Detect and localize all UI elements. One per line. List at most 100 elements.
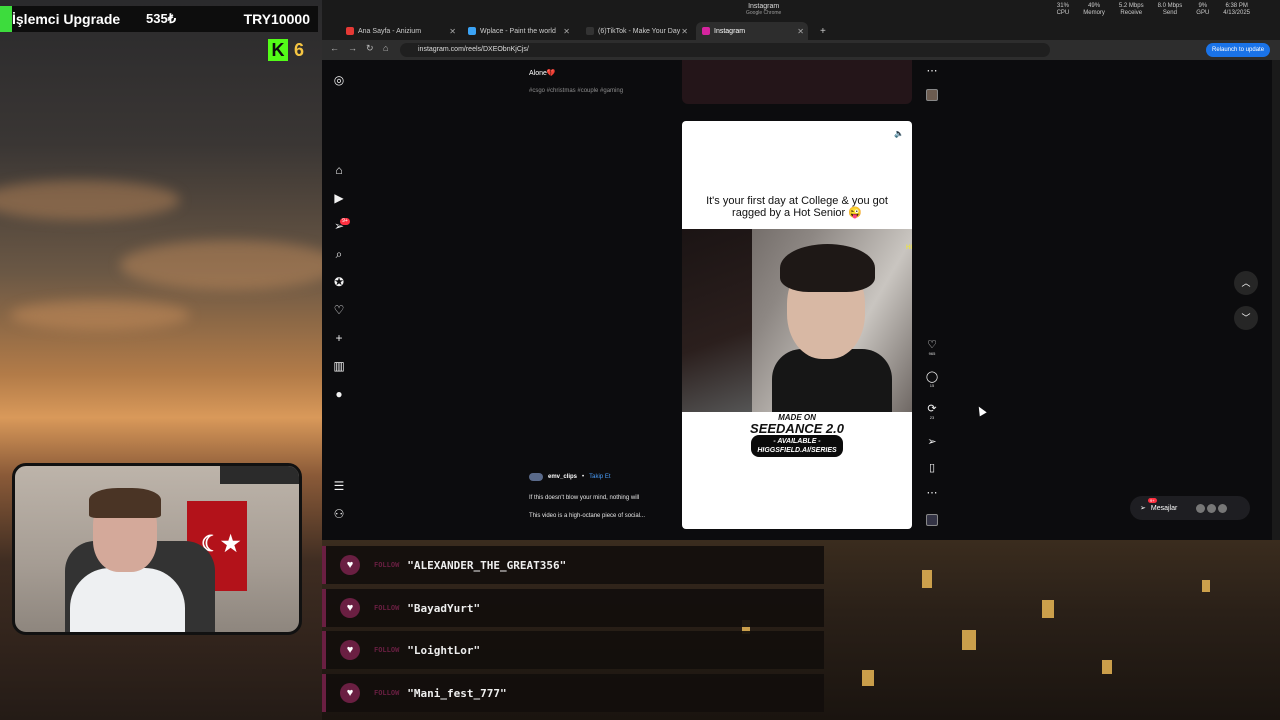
follower-name: "BayadYurt" bbox=[407, 601, 481, 615]
instagram-logo-icon[interactable]: ◎ bbox=[332, 73, 346, 87]
reels-icon[interactable]: ▶ bbox=[332, 191, 346, 205]
tab-label: Wplace - Paint the world bbox=[480, 27, 556, 35]
instagram-page: ◎ ⌂ ▶ ➢ 9+ ⌕ ✪ ♡ + ▥ ● ☰ ⚇ Alone💔 #csgo … bbox=[322, 60, 1272, 540]
repost-count: 23 bbox=[929, 415, 935, 420]
more-options-icon[interactable]: ⋯ bbox=[925, 65, 939, 77]
follower-name: "LoightLor" bbox=[407, 643, 481, 657]
wplace-favicon-icon bbox=[468, 27, 476, 35]
follower-name: "Mani_fest_777" bbox=[407, 686, 507, 700]
follow-button[interactable]: Takip Et bbox=[589, 474, 610, 480]
repost-button[interactable]: ⟳ 23 bbox=[925, 403, 939, 421]
heart-icon: ♥ bbox=[340, 640, 360, 660]
tab-label: (6)TikTok - Make Your Day bbox=[598, 27, 681, 35]
tab-instagram[interactable]: Instagram ✕ bbox=[696, 22, 808, 40]
window-title-app: Instagram bbox=[748, 3, 780, 10]
comment-count: 15 bbox=[929, 383, 935, 388]
new-tab-button[interactable]: + bbox=[814, 22, 830, 40]
reel-watermark: HI bbox=[906, 245, 912, 251]
goal-title: İşlemci Upgrade bbox=[12, 11, 121, 27]
follow-alert: ♥ FOLLOW "LoightLor" bbox=[322, 631, 824, 669]
previous-reel[interactable] bbox=[682, 60, 912, 104]
profile-avatar[interactable]: ● bbox=[332, 387, 346, 401]
brand-available: - AVAILABLE - bbox=[773, 438, 821, 445]
messages-pill[interactable]: ➢ 9+ Mesajlar bbox=[1130, 496, 1250, 520]
previous-reel-button[interactable]: ︿ bbox=[1234, 271, 1258, 295]
messages-label: Mesajlar bbox=[1150, 504, 1178, 512]
previous-post-tags: #csgo #christmas #couple #gaming bbox=[529, 88, 624, 94]
home-icon[interactable]: ⌂ bbox=[332, 163, 346, 177]
reel-caption-line2: ragged by a Hot Senior 😜 bbox=[732, 207, 862, 219]
relaunch-button[interactable]: Relaunch to update bbox=[1206, 43, 1271, 57]
brand-name: SEEDANCE 2.0 bbox=[750, 421, 844, 436]
create-icon[interactable]: + bbox=[332, 331, 346, 345]
tab-wplace[interactable]: Wplace - Paint the world ✕ bbox=[462, 22, 574, 40]
messages-icon: ➢ bbox=[1140, 505, 1146, 512]
audio-thumbnail[interactable] bbox=[926, 514, 938, 526]
home-icon[interactable]: ⌂ bbox=[383, 43, 388, 53]
tab-label: Instagram bbox=[714, 27, 746, 35]
stat-cpu: 31% CPU bbox=[1056, 3, 1070, 16]
reel-figure-left bbox=[682, 229, 752, 412]
kick-viewer-badge: K 6 bbox=[268, 39, 304, 61]
comment-button[interactable]: ◯ 15 bbox=[925, 371, 939, 389]
webcam-feed: ☾★ bbox=[12, 463, 302, 635]
clock: 6:38 PM 4/13/2025 bbox=[1223, 3, 1250, 16]
previous-post-caption: Alone💔 bbox=[529, 70, 556, 77]
anizium-favicon-icon bbox=[346, 27, 354, 35]
avatar bbox=[1207, 503, 1217, 513]
tab-label: Ana Sayfa - Anizium bbox=[358, 27, 422, 35]
author-avatar[interactable] bbox=[529, 473, 543, 481]
search-icon[interactable]: ⌕ bbox=[332, 247, 346, 261]
reel-caption-line1: It's your first day at College & you got bbox=[706, 195, 888, 207]
close-icon[interactable]: ✕ bbox=[449, 27, 456, 36]
author-name[interactable]: emv_clips bbox=[548, 474, 577, 480]
streamer-body bbox=[70, 568, 185, 632]
follow-alert: ♥ FOLLOW "Mani_fest_777" bbox=[322, 674, 824, 712]
back-icon[interactable]: ← bbox=[330, 43, 339, 53]
streamer-hair bbox=[89, 488, 161, 518]
browser-window: Instagram Google Chrome 31% CPU 49% Memory… bbox=[322, 0, 1280, 540]
close-icon[interactable]: ✕ bbox=[797, 27, 804, 36]
explore-icon[interactable]: ✪ bbox=[332, 275, 346, 289]
avatar bbox=[1196, 503, 1206, 513]
goal-target: TRY10000 bbox=[243, 11, 310, 27]
follow-alert: ♥ FOLLOW "BayadYurt" bbox=[322, 589, 824, 627]
follow-alert: ♥ FOLLOW "ALEXANDER_THE_GREAT356" bbox=[322, 546, 824, 584]
messages-badge: 9+ bbox=[340, 218, 350, 225]
title-bar: Instagram Google Chrome 31% CPU 49% Memory… bbox=[322, 0, 1280, 20]
brand-availability: - AVAILABLE - HIGGSFIELD.AI/SERIES bbox=[751, 435, 843, 457]
menu-icon[interactable]: ☰ bbox=[332, 479, 346, 493]
more-options-icon[interactable]: ⋯ bbox=[925, 487, 939, 499]
reel-video[interactable]: 🔈 It's your first day at College & you g… bbox=[682, 121, 912, 529]
notifications-icon[interactable]: ♡ bbox=[332, 303, 346, 317]
tab-strip: Ana Sayfa - Anizium ✕ Wplace - Paint the… bbox=[322, 20, 1280, 40]
heart-icon: ♥ bbox=[340, 555, 360, 575]
follow-tag: FOLLOW bbox=[374, 604, 400, 612]
save-icon[interactable]: ▯ bbox=[925, 462, 939, 474]
reel-frame: HI bbox=[682, 229, 912, 412]
forward-icon[interactable]: → bbox=[348, 43, 357, 53]
like-button[interactable]: ♡ 965 bbox=[925, 339, 939, 357]
stat-receive: 5.2 Mbps Receive bbox=[1118, 3, 1144, 16]
kick-logo-icon: K bbox=[268, 39, 288, 61]
close-icon[interactable]: ✕ bbox=[681, 27, 688, 36]
window-title: Instagram Google Chrome bbox=[746, 3, 781, 16]
audio-thumbnail[interactable] bbox=[926, 89, 938, 101]
dashboard-icon[interactable]: ▥ bbox=[332, 359, 346, 373]
reel-description-line1: If this doesn't blow your mind, nothing … bbox=[529, 495, 640, 501]
tab-anizium[interactable]: Ana Sayfa - Anizium ✕ bbox=[340, 22, 460, 40]
reel-author: emv_clips • Takip Et bbox=[529, 473, 610, 481]
mute-icon[interactable]: 🔈 bbox=[894, 129, 904, 138]
address-bar[interactable]: instagram.com/reels/DXEObnKjCjs/ bbox=[400, 43, 1050, 57]
tab-tiktok[interactable]: (6)TikTok - Make Your Day ✕ bbox=[580, 22, 692, 40]
next-reel-button[interactable]: ﹀ bbox=[1234, 306, 1258, 330]
reel-description-line2[interactable]: This video is a high-octane piece of soc… bbox=[529, 513, 645, 519]
reload-icon[interactable]: ↻ bbox=[366, 43, 374, 54]
page-scrollbar[interactable] bbox=[1272, 60, 1280, 540]
close-icon[interactable]: ✕ bbox=[563, 27, 570, 36]
meta-icon[interactable]: ⚇ bbox=[332, 507, 346, 521]
reel-caption: It's your first day at College & you got… bbox=[682, 195, 912, 219]
stat-gpu: 9% GPU bbox=[1196, 3, 1210, 16]
browser-toolbar: ← → ↻ ⌂ instagram.com/reels/DXEObnKjCjs/… bbox=[322, 40, 1280, 60]
share-icon[interactable]: ➢ bbox=[925, 436, 939, 448]
